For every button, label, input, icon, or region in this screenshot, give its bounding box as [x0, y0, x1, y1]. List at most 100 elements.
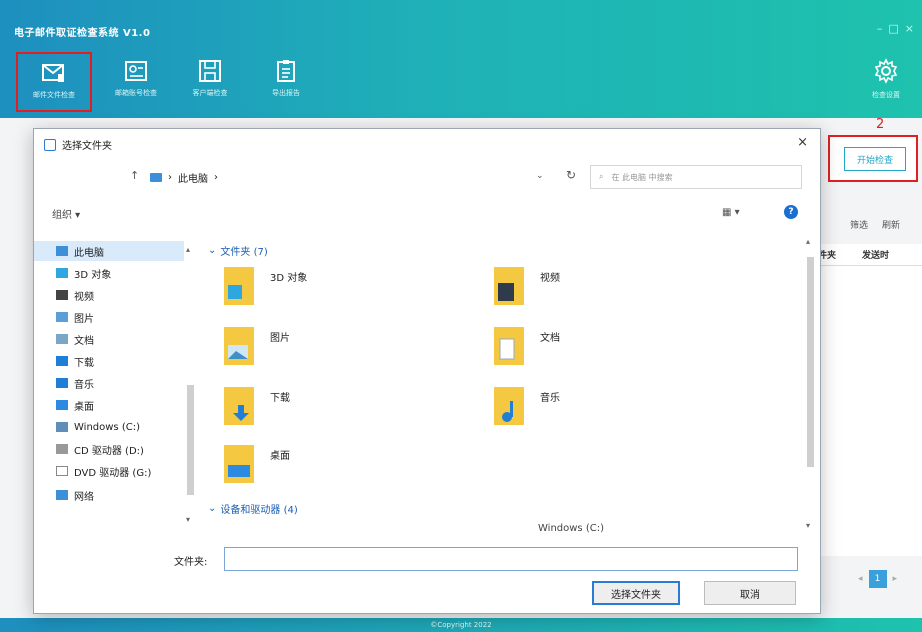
folder-item[interactable]: 文档	[494, 323, 644, 373]
dvd-drive-icon	[56, 466, 68, 476]
check-settings-button[interactable]: 检查设置	[864, 58, 908, 100]
scroll-thumb[interactable]	[187, 385, 194, 495]
download-icon	[224, 387, 254, 425]
client-check-button[interactable]: 客户端检查	[172, 52, 248, 112]
device-partial-label[interactable]: Windows (C:)	[538, 523, 604, 534]
page-number[interactable]: 1	[868, 570, 887, 588]
minimize-button[interactable]: –	[877, 22, 883, 35]
account-card-icon	[125, 61, 147, 81]
music-icon	[494, 387, 524, 425]
nav-item-label: 音乐	[74, 379, 94, 391]
nav-item-label: 文档	[74, 335, 94, 347]
cd-drive-icon	[56, 444, 68, 454]
group-header-folders[interactable]: ⌄ 文件夹 (7)	[208, 243, 268, 258]
breadcrumb-separator[interactable]: ›	[214, 172, 218, 183]
start-check-highlight: 开始检查	[828, 135, 918, 182]
nav-item-cd-drive[interactable]: CD 驱动器 (D:)	[56, 439, 144, 459]
up-arrow-icon[interactable]: ↑	[130, 169, 139, 182]
download-icon	[56, 356, 68, 366]
video-icon	[56, 290, 68, 300]
nav-item-label: 网络	[74, 491, 94, 503]
app-title: 电子邮件取证检查系统 V1.0	[14, 28, 151, 39]
folder-item[interactable]: 音乐	[494, 383, 644, 433]
nav-item-windows-c[interactable]: Windows (C:)	[56, 417, 140, 437]
nav-item-pictures[interactable]: 图片	[56, 307, 94, 327]
document-icon	[56, 334, 68, 344]
nav-item-network[interactable]: 网络	[56, 485, 94, 505]
scroll-down-icon[interactable]: ▾	[186, 515, 190, 524]
chevron-down-icon: ⌄	[208, 503, 217, 514]
help-icon[interactable]: ?	[784, 205, 798, 219]
content-scrollbar[interactable]: ▴ ▾	[804, 237, 816, 535]
start-check-button[interactable]: 开始检查	[844, 147, 906, 171]
picture-icon	[224, 327, 254, 365]
folder-name: 文档	[540, 333, 560, 344]
refresh-list-button[interactable]: 刷新	[882, 218, 900, 231]
folder-item[interactable]: 下载	[224, 383, 374, 433]
folder-item[interactable]: 图片	[224, 323, 374, 373]
mail-file-check-button[interactable]: 邮件文件检查	[16, 52, 92, 112]
command-bar: 组织 ▾ ▦ ▾ ?	[34, 199, 822, 229]
folder-name: 3D 对象	[270, 273, 308, 284]
folder-field-label: 文件夹:	[174, 557, 208, 568]
picture-icon	[56, 312, 68, 322]
folder-name: 下载	[270, 393, 290, 404]
cube-3d-icon	[224, 267, 254, 305]
address-bar[interactable]: › 此电脑 ›	[150, 165, 580, 189]
pager: ◂ 1 ▸	[858, 570, 897, 588]
tool-label: 邮箱账号检查	[115, 89, 157, 97]
folder-item[interactable]: 3D 对象	[224, 263, 374, 313]
computer-icon	[56, 246, 68, 256]
folder-item[interactable]: 视频	[494, 263, 644, 313]
nav-item-documents[interactable]: 文档	[56, 329, 94, 349]
table-header: 件夹 发送时	[810, 244, 922, 266]
nav-item-downloads[interactable]: 下载	[56, 351, 94, 371]
desktop-icon	[224, 445, 254, 483]
list-actions: 筛选 刷新	[850, 218, 900, 231]
computer-icon	[150, 172, 162, 182]
scroll-up-icon[interactable]: ▴	[186, 245, 190, 254]
scroll-down-icon[interactable]: ▾	[806, 521, 810, 530]
select-folder-button[interactable]: 选择文件夹	[592, 581, 680, 605]
dialog-close-button[interactable]: ×	[797, 135, 808, 150]
desktop-icon	[56, 400, 68, 410]
folder-name: 桌面	[270, 451, 290, 462]
close-app-button[interactable]: ×	[905, 22, 914, 35]
column-header[interactable]: 发送时	[862, 248, 889, 265]
results-table	[810, 266, 922, 556]
breadcrumb-this-pc[interactable]: 此电脑	[178, 170, 208, 185]
nav-item-dvd-drive[interactable]: DVD 驱动器 (G:)	[56, 461, 151, 481]
refresh-icon[interactable]: ↻	[566, 168, 576, 182]
nav-item-label: 此电脑	[74, 247, 104, 259]
prev-page-icon[interactable]: ◂	[858, 574, 863, 584]
nav-item-3d-objects[interactable]: 3D 对象	[56, 263, 111, 283]
cube-3d-icon	[56, 268, 68, 278]
group-label: 文件夹 (7)	[220, 247, 268, 258]
folder-item[interactable]: 桌面	[224, 441, 374, 491]
nav-item-desktop[interactable]: 桌面	[56, 395, 94, 415]
cancel-button[interactable]: 取消	[704, 581, 796, 605]
nav-item-this-pc[interactable]: 此电脑	[34, 241, 184, 261]
drive-icon	[56, 422, 68, 432]
nav-item-label: CD 驱动器 (D:)	[74, 445, 144, 457]
nav-scrollbar[interactable]: ▴ ▾	[184, 245, 196, 527]
nav-item-label: 3D 对象	[74, 269, 112, 281]
scroll-thumb[interactable]	[807, 257, 814, 467]
nav-item-music[interactable]: 音乐	[56, 373, 94, 393]
organize-menu[interactable]: 组织 ▾	[52, 206, 80, 221]
chevron-down-icon[interactable]: ⌄	[536, 171, 544, 181]
nav-item-videos[interactable]: 视频	[56, 285, 94, 305]
scroll-up-icon[interactable]: ▴	[806, 237, 810, 246]
dialog-title: 选择文件夹	[62, 141, 112, 152]
export-report-button[interactable]: 导出报告	[248, 52, 324, 112]
nav-item-label: 视频	[74, 291, 94, 303]
search-box[interactable]: ⌕ 在 此电脑 中搜索	[590, 165, 802, 189]
next-page-icon[interactable]: ▸	[893, 574, 898, 584]
maximize-button[interactable]: □	[888, 22, 898, 35]
mailbox-account-check-button[interactable]: 邮箱账号检查	[98, 52, 174, 112]
folder-input[interactable]	[224, 547, 798, 571]
folder-name: 音乐	[540, 393, 560, 404]
filter-button[interactable]: 筛选	[850, 218, 868, 231]
group-header-devices[interactable]: ⌄ 设备和驱动器 (4)	[208, 501, 298, 516]
view-options-icon[interactable]: ▦ ▾	[722, 207, 740, 218]
